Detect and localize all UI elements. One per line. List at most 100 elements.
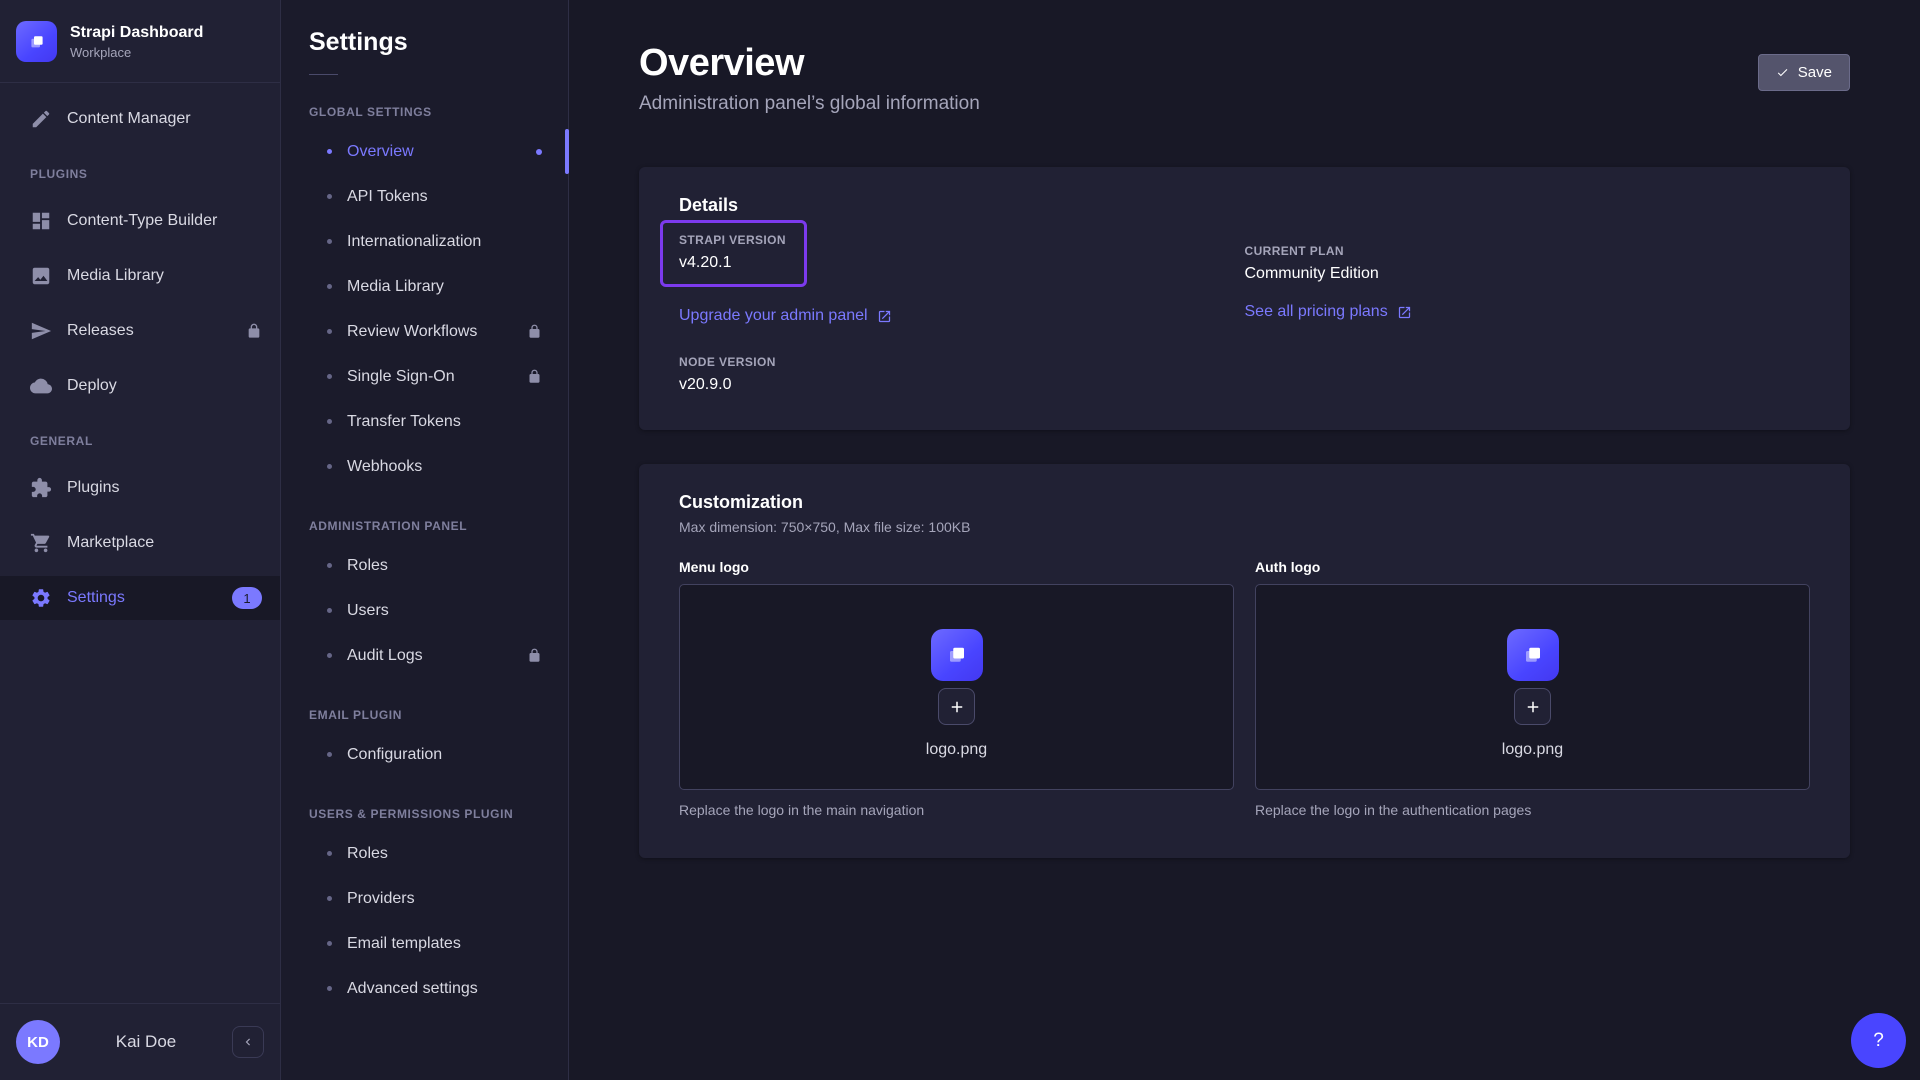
- menu-logo-label: Menu logo: [679, 559, 1234, 575]
- bullet-icon: [327, 284, 332, 289]
- pen-icon: [30, 108, 52, 130]
- save-button[interactable]: Save: [1758, 54, 1850, 91]
- help-button[interactable]: ?: [1851, 1013, 1906, 1068]
- subnav-item-audit-logs[interactable]: Audit Logs: [281, 633, 568, 678]
- subnav-section-email-plugin: EMAIL PLUGIN: [281, 708, 568, 722]
- page-title: Overview: [639, 42, 980, 85]
- sidebar-item-marketplace[interactable]: Marketplace: [0, 521, 280, 565]
- bullet-icon: [327, 419, 332, 424]
- sidebar-item-content-manager[interactable]: Content Manager: [0, 97, 280, 141]
- sidebar-item-label: Content Manager: [67, 110, 191, 128]
- subnav-item-internationalization[interactable]: Internationalization: [281, 219, 568, 264]
- subnav-section-administration-panel: ADMINISTRATION PANEL: [281, 519, 568, 533]
- external-link-icon: [1397, 305, 1412, 320]
- subnav-item-label: Webhooks: [347, 458, 422, 476]
- details-heading: Details: [679, 195, 1810, 216]
- subnav-item-label: Single Sign-On: [347, 368, 455, 386]
- upgrade-link-label: Upgrade your admin panel: [679, 307, 868, 325]
- subnav-item-api-tokens[interactable]: API Tokens: [281, 174, 568, 219]
- subnav-item-label: Overview: [347, 143, 414, 161]
- sidebar-item-releases[interactable]: Releases: [0, 309, 280, 353]
- node-version-value: v20.9.0: [679, 376, 1245, 394]
- sidebar-section-general: GENERAL: [0, 434, 280, 448]
- subnav-section-users-permissions-plugin: USERS & PERMISSIONS PLUGIN: [281, 807, 568, 821]
- sidebar-item-plugins[interactable]: Plugins: [0, 466, 280, 510]
- menu-logo-filename: logo.png: [926, 741, 987, 759]
- subnav-item-label: Review Workflows: [347, 323, 477, 341]
- sidebar-nav: Content Manager PLUGINS Content-Type Bui…: [0, 83, 280, 1003]
- subnav-item-media-library[interactable]: Media Library: [281, 264, 568, 309]
- sidebar-section-plugins: PLUGINS: [0, 167, 280, 181]
- plus-icon: [948, 698, 966, 716]
- subnav-item-label: Users: [347, 602, 389, 620]
- customization-heading: Customization: [679, 492, 1810, 513]
- settings-notification-badge: 1: [232, 587, 262, 609]
- bullet-icon: [327, 239, 332, 244]
- sidebar-item-label: Deploy: [67, 377, 117, 395]
- strapi-logo-icon: [931, 629, 983, 681]
- lock-icon: [527, 369, 542, 384]
- subnav-item-email-templates[interactable]: Email templates: [281, 921, 568, 966]
- pricing-plans-link[interactable]: See all pricing plans: [1245, 303, 1412, 321]
- bullet-icon: [327, 374, 332, 379]
- subnav-item-label: Transfer Tokens: [347, 413, 461, 431]
- sidebar-item-label: Content-Type Builder: [67, 212, 217, 230]
- paper-plane-icon: [30, 320, 52, 342]
- details-card: Details STRAPI VERSION v4.20.1 Upgrade y…: [639, 167, 1850, 430]
- node-version-label: NODE VERSION: [679, 355, 1245, 369]
- sidebar-item-content-type-builder[interactable]: Content-Type Builder: [0, 199, 280, 243]
- check-icon: [1776, 66, 1789, 79]
- plus-icon: [1524, 698, 1542, 716]
- subnav-item-providers[interactable]: Providers: [281, 876, 568, 921]
- menu-logo-upload[interactable]: logo.png: [679, 584, 1234, 790]
- bullet-icon: [327, 752, 332, 757]
- subnav-item-configuration[interactable]: Configuration: [281, 732, 568, 777]
- subnav-item-label: Roles: [347, 557, 388, 575]
- auth-logo-filename: logo.png: [1502, 741, 1563, 759]
- sidebar-item-deploy[interactable]: Deploy: [0, 364, 280, 408]
- auth-logo-upload[interactable]: logo.png: [1255, 584, 1810, 790]
- subnav-item-roles-admin[interactable]: Roles: [281, 543, 568, 588]
- customization-card: Customization Max dimension: 750×750, Ma…: [639, 464, 1850, 858]
- subnav-item-label: Providers: [347, 890, 415, 908]
- lock-icon: [246, 323, 262, 339]
- subnav-item-label: Advanced settings: [347, 980, 478, 998]
- subnav-divider: [309, 74, 338, 75]
- subnav-section-global-settings: GLOBAL SETTINGS: [281, 105, 568, 119]
- sidebar-item-settings[interactable]: Settings 1: [0, 576, 280, 620]
- bullet-icon: [327, 194, 332, 199]
- subnav-title: Settings: [281, 28, 568, 57]
- subnav-item-transfer-tokens[interactable]: Transfer Tokens: [281, 399, 568, 444]
- subnav-item-users[interactable]: Users: [281, 588, 568, 633]
- puzzle-icon: [30, 477, 52, 499]
- subnav-item-webhooks[interactable]: Webhooks: [281, 444, 568, 489]
- sidebar-item-label: Marketplace: [67, 534, 154, 552]
- customization-constraints: Max dimension: 750×750, Max file size: 1…: [679, 519, 1810, 535]
- change-menu-logo-button[interactable]: [938, 688, 975, 725]
- subnav-item-advanced-settings[interactable]: Advanced settings: [281, 966, 568, 1011]
- bullet-icon: [327, 986, 332, 991]
- subnav-item-roles-up[interactable]: Roles: [281, 831, 568, 876]
- strapi-logo-icon: [16, 21, 57, 62]
- save-button-label: Save: [1798, 64, 1832, 81]
- sidebar-item-media-library[interactable]: Media Library: [0, 254, 280, 298]
- sidebar-item-label: Media Library: [67, 267, 164, 285]
- workspace-brand[interactable]: Strapi Dashboard Workplace: [0, 0, 280, 83]
- active-dot-icon: [536, 149, 542, 155]
- page-subtitle: Administration panel’s global informatio…: [639, 93, 980, 115]
- subnav-item-label: API Tokens: [347, 188, 428, 206]
- lock-icon: [527, 648, 542, 663]
- avatar[interactable]: KD: [16, 1020, 60, 1064]
- strapi-version-label: STRAPI VERSION: [679, 233, 786, 247]
- pricing-link-label: See all pricing plans: [1245, 303, 1388, 321]
- change-auth-logo-button[interactable]: [1514, 688, 1551, 725]
- bullet-icon: [327, 941, 332, 946]
- auth-logo-label: Auth logo: [1255, 559, 1810, 575]
- subnav-item-overview[interactable]: Overview: [281, 129, 568, 174]
- subnav-item-single-sign-on[interactable]: Single Sign-On: [281, 354, 568, 399]
- subnav-item-label: Internationalization: [347, 233, 481, 251]
- subnav-item-review-workflows[interactable]: Review Workflows: [281, 309, 568, 354]
- bullet-icon: [327, 149, 332, 154]
- upgrade-admin-panel-link[interactable]: Upgrade your admin panel: [679, 307, 892, 325]
- collapse-sidebar-button[interactable]: [232, 1026, 264, 1058]
